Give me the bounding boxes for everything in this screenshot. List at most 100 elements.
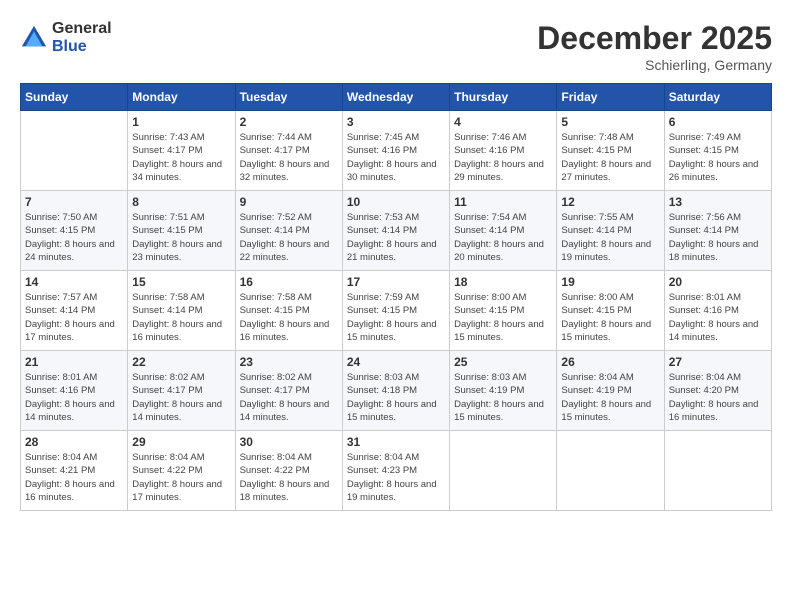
calendar-week-row: 1 Sunrise: 7:43 AMSunset: 4:17 PMDaylight…: [21, 111, 772, 191]
calendar-cell: 20 Sunrise: 8:01 AMSunset: 4:16 PMDayligh…: [664, 271, 771, 351]
day-info: Sunrise: 7:54 AMSunset: 4:14 PMDaylight:…: [454, 211, 552, 264]
day-info: Sunrise: 8:00 AMSunset: 4:15 PMDaylight:…: [454, 291, 552, 344]
day-info: Sunrise: 8:02 AMSunset: 4:17 PMDaylight:…: [240, 371, 338, 424]
day-number: 5: [561, 115, 659, 129]
day-number: 4: [454, 115, 552, 129]
calendar-cell: 2 Sunrise: 7:44 AMSunset: 4:17 PMDaylight…: [235, 111, 342, 191]
day-info: Sunrise: 8:01 AMSunset: 4:16 PMDaylight:…: [25, 371, 123, 424]
weekday-header-thursday: Thursday: [450, 84, 557, 111]
calendar-cell: 9 Sunrise: 7:52 AMSunset: 4:14 PMDaylight…: [235, 191, 342, 271]
day-number: 2: [240, 115, 338, 129]
calendar-cell: 10Sunrise: 7:53 AMSunset: 4:14 PMDayligh…: [342, 191, 449, 271]
day-info: Sunrise: 7:55 AMSunset: 4:14 PMDaylight:…: [561, 211, 659, 264]
day-info: Sunrise: 7:44 AMSunset: 4:17 PMDaylight:…: [240, 131, 338, 184]
day-number: 8: [132, 195, 230, 209]
weekday-header-row: SundayMondayTuesdayWednesdayThursdayFrid…: [21, 84, 772, 111]
day-number: 25: [454, 355, 552, 369]
calendar-cell: 4 Sunrise: 7:46 AMSunset: 4:16 PMDaylight…: [450, 111, 557, 191]
calendar-cell: 6Sunrise: 7:49 AMSunset: 4:15 PMDaylight…: [664, 111, 771, 191]
day-info: Sunrise: 8:04 AMSunset: 4:22 PMDaylight:…: [132, 451, 230, 504]
month-title: December 2025: [537, 20, 772, 57]
calendar-cell: 31Sunrise: 8:04 AMSunset: 4:23 PMDayligh…: [342, 431, 449, 511]
logo: General Blue: [20, 20, 112, 56]
day-info: Sunrise: 7:59 AMSunset: 4:15 PMDaylight:…: [347, 291, 445, 344]
day-number: 24: [347, 355, 445, 369]
day-info: Sunrise: 7:51 AMSunset: 4:15 PMDaylight:…: [132, 211, 230, 264]
day-number: 14: [25, 275, 123, 289]
calendar-cell: 18 Sunrise: 8:00 AMSunset: 4:15 PMDayligh…: [450, 271, 557, 351]
day-number: 19: [561, 275, 659, 289]
day-info: Sunrise: 8:04 AMSunset: 4:22 PMDaylight:…: [240, 451, 338, 504]
calendar-cell: 21 Sunrise: 8:01 AMSunset: 4:16 PMDayligh…: [21, 351, 128, 431]
calendar-cell: 8 Sunrise: 7:51 AMSunset: 4:15 PMDaylight…: [128, 191, 235, 271]
weekday-header-tuesday: Tuesday: [235, 84, 342, 111]
calendar-table: SundayMondayTuesdayWednesdayThursdayFrid…: [20, 83, 772, 511]
calendar-cell: 16Sunrise: 7:58 AMSunset: 4:15 PMDayligh…: [235, 271, 342, 351]
day-info: Sunrise: 7:45 AMSunset: 4:16 PMDaylight:…: [347, 131, 445, 184]
day-info: Sunrise: 7:53 AMSunset: 4:14 PMDaylight:…: [347, 211, 445, 264]
day-info: Sunrise: 8:04 AMSunset: 4:20 PMDaylight:…: [669, 371, 767, 424]
calendar-cell: 12Sunrise: 7:55 AMSunset: 4:14 PMDayligh…: [557, 191, 664, 271]
calendar-cell: 24 Sunrise: 8:03 AMSunset: 4:18 PMDayligh…: [342, 351, 449, 431]
day-number: 1: [132, 115, 230, 129]
day-info: Sunrise: 7:58 AMSunset: 4:14 PMDaylight:…: [132, 291, 230, 344]
calendar-cell: 29 Sunrise: 8:04 AMSunset: 4:22 PMDayligh…: [128, 431, 235, 511]
day-info: Sunrise: 7:48 AMSunset: 4:15 PMDaylight:…: [561, 131, 659, 184]
calendar-week-row: 28Sunrise: 8:04 AMSunset: 4:21 PMDayligh…: [21, 431, 772, 511]
day-number: 31: [347, 435, 445, 449]
day-info: Sunrise: 7:49 AMSunset: 4:15 PMDaylight:…: [669, 131, 767, 184]
day-info: Sunrise: 7:50 AMSunset: 4:15 PMDaylight:…: [25, 211, 123, 264]
calendar-week-row: 14Sunrise: 7:57 AMSunset: 4:14 PMDayligh…: [21, 271, 772, 351]
calendar-cell: 25 Sunrise: 8:03 AMSunset: 4:19 PMDayligh…: [450, 351, 557, 431]
day-number: 20: [669, 275, 767, 289]
calendar-cell: 5 Sunrise: 7:48 AMSunset: 4:15 PMDaylight…: [557, 111, 664, 191]
logo-general: General: [52, 20, 112, 37]
calendar-cell: [557, 431, 664, 511]
day-number: 30: [240, 435, 338, 449]
calendar-cell: 19 Sunrise: 8:00 AMSunset: 4:15 PMDayligh…: [557, 271, 664, 351]
calendar-cell: 1 Sunrise: 7:43 AMSunset: 4:17 PMDaylight…: [128, 111, 235, 191]
calendar-cell: 3 Sunrise: 7:45 AMSunset: 4:16 PMDaylight…: [342, 111, 449, 191]
day-number: 15: [132, 275, 230, 289]
calendar-cell: [664, 431, 771, 511]
day-number: 23: [240, 355, 338, 369]
calendar-week-row: 21 Sunrise: 8:01 AMSunset: 4:16 PMDayligh…: [21, 351, 772, 431]
day-info: Sunrise: 7:58 AMSunset: 4:15 PMDaylight:…: [240, 291, 338, 344]
weekday-header-friday: Friday: [557, 84, 664, 111]
weekday-header-wednesday: Wednesday: [342, 84, 449, 111]
page-header: General Blue December 2025 Schierling, G…: [20, 20, 772, 73]
day-number: 21: [25, 355, 123, 369]
calendar-cell: 22 Sunrise: 8:02 AMSunset: 4:17 PMDayligh…: [128, 351, 235, 431]
day-info: Sunrise: 8:02 AMSunset: 4:17 PMDaylight:…: [132, 371, 230, 424]
day-number: 17: [347, 275, 445, 289]
day-info: Sunrise: 8:03 AMSunset: 4:19 PMDaylight:…: [454, 371, 552, 424]
day-number: 22: [132, 355, 230, 369]
day-number: 3: [347, 115, 445, 129]
calendar-cell: 23 Sunrise: 8:02 AMSunset: 4:17 PMDayligh…: [235, 351, 342, 431]
calendar-cell: 27 Sunrise: 8:04 AMSunset: 4:20 PMDayligh…: [664, 351, 771, 431]
day-info: Sunrise: 7:52 AMSunset: 4:14 PMDaylight:…: [240, 211, 338, 264]
title-area: December 2025 Schierling, Germany: [537, 20, 772, 73]
logo-blue: Blue: [52, 38, 87, 55]
calendar-cell: 30 Sunrise: 8:04 AMSunset: 4:22 PMDayligh…: [235, 431, 342, 511]
calendar-cell: 15 Sunrise: 7:58 AMSunset: 4:14 PMDayligh…: [128, 271, 235, 351]
calendar-cell: 28Sunrise: 8:04 AMSunset: 4:21 PMDayligh…: [21, 431, 128, 511]
calendar-cell: [21, 111, 128, 191]
day-number: 18: [454, 275, 552, 289]
day-number: 13: [669, 195, 767, 209]
day-number: 27: [669, 355, 767, 369]
day-info: Sunrise: 7:46 AMSunset: 4:16 PMDaylight:…: [454, 131, 552, 184]
day-info: Sunrise: 7:43 AMSunset: 4:17 PMDaylight:…: [132, 131, 230, 184]
day-info: Sunrise: 8:03 AMSunset: 4:18 PMDaylight:…: [347, 371, 445, 424]
day-number: 11: [454, 195, 552, 209]
day-info: Sunrise: 7:56 AMSunset: 4:14 PMDaylight:…: [669, 211, 767, 264]
calendar-cell: 11 Sunrise: 7:54 AMSunset: 4:14 PMDayligh…: [450, 191, 557, 271]
calendar-cell: 7Sunrise: 7:50 AMSunset: 4:15 PMDaylight…: [21, 191, 128, 271]
day-number: 29: [132, 435, 230, 449]
day-number: 9: [240, 195, 338, 209]
day-number: 28: [25, 435, 123, 449]
location-title: Schierling, Germany: [537, 57, 772, 73]
day-info: Sunrise: 8:01 AMSunset: 4:16 PMDaylight:…: [669, 291, 767, 344]
day-info: Sunrise: 8:00 AMSunset: 4:15 PMDaylight:…: [561, 291, 659, 344]
calendar-cell: [450, 431, 557, 511]
